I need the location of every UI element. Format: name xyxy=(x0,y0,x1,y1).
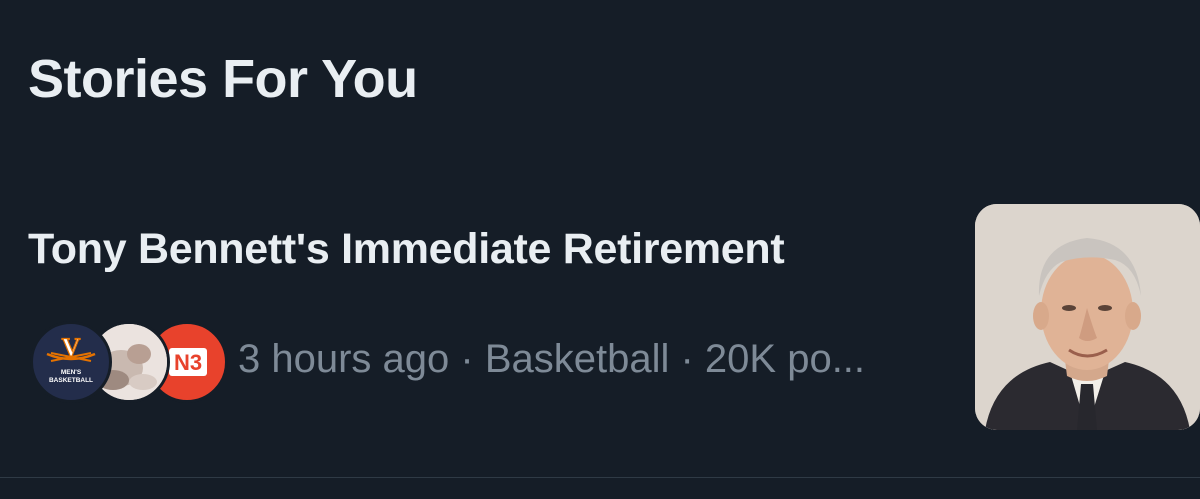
virginia-logo-letter: V xyxy=(62,333,81,362)
virginia-logo-line-1: MEN'S xyxy=(61,369,82,376)
story-thumbnail[interactable] xyxy=(975,204,1200,430)
story-avatars: V MEN'S BASKETBALL N3 xyxy=(30,321,228,403)
virginia-logo-line-2: BASKETBALL xyxy=(49,377,93,384)
story-item[interactable]: Tony Bennett's Immediate Retirement V ME… xyxy=(0,190,1200,450)
n3-logo-text: N3 xyxy=(174,350,202,375)
story-meta: 3 hours ago · Basketball · 20K po... xyxy=(238,337,866,381)
story-headline[interactable]: Tony Bennett's Immediate Retirement xyxy=(28,228,785,271)
virginia-logo-icon: V MEN'S BASKETBALL xyxy=(46,332,96,384)
section-title: Stories For You xyxy=(28,49,418,109)
portrait-photo-icon xyxy=(975,204,1200,430)
divider xyxy=(0,477,1200,478)
virginia-basketball-avatar: V MEN'S BASKETBALL xyxy=(30,321,112,403)
